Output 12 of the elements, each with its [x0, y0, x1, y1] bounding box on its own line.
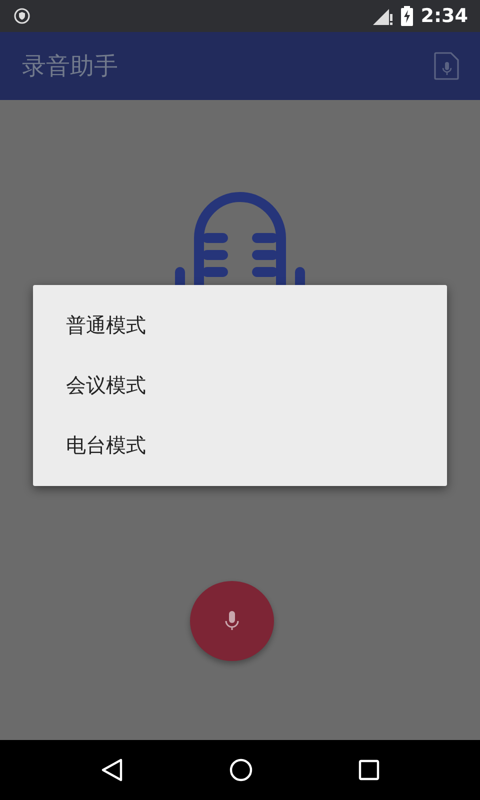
microphone-icon — [224, 609, 240, 633]
clock-time: 2:34 — [420, 4, 468, 29]
mode-option[interactable]: 电台模式 — [33, 415, 447, 475]
shield-icon — [14, 8, 30, 24]
back-icon[interactable] — [100, 758, 124, 782]
mode-option[interactable]: 会议模式 — [33, 355, 447, 415]
app-title: 录音助手 — [22, 51, 118, 82]
battery-icon — [400, 6, 413, 26]
home-icon[interactable] — [228, 758, 253, 782]
signal-icon — [372, 7, 393, 25]
recents-icon[interactable] — [358, 759, 380, 781]
mode-option[interactable]: 普通模式 — [33, 295, 447, 355]
